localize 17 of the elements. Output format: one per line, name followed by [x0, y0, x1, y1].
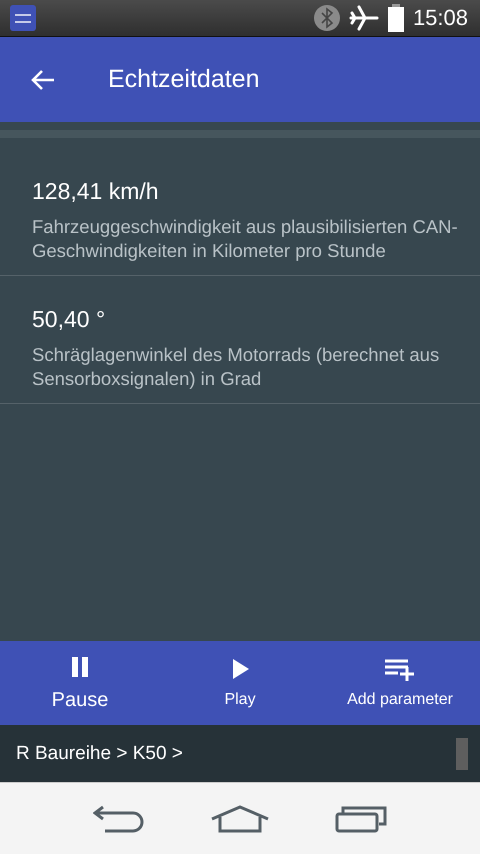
breadcrumb-path: R Baureihe > K50 > [16, 742, 183, 764]
airplane-icon [348, 4, 379, 32]
action-button[interactable]: Pause [0, 641, 160, 725]
clock-time: 15:08 [412, 5, 468, 31]
parameter-value: 50,40 ° [32, 306, 106, 333]
screen-title: Echtzeitdaten [108, 65, 260, 94]
parameter-description: Fahrzeuggeschwindigkeit aus plausibilisierten CAN-Geschwindigkeiten in Kilometer pro Stunde [32, 215, 459, 263]
scroll-indicator [456, 738, 468, 770]
action-button[interactable]: Play [160, 641, 320, 725]
battery-icon [386, 4, 405, 32]
bluetooth-icon [312, 4, 341, 32]
parameter-description: Schräglagenwinkel des Motorrads (berechnet aus Sensorboxsignalen) in Grad [32, 343, 440, 391]
parameter-value: 128,41 km/h [32, 178, 160, 205]
app-logo-icon [10, 5, 36, 31]
back-arrow-icon [30, 68, 56, 92]
action-button[interactable]: Add parameter [320, 641, 480, 725]
add-to-list-icon [384, 657, 416, 681]
